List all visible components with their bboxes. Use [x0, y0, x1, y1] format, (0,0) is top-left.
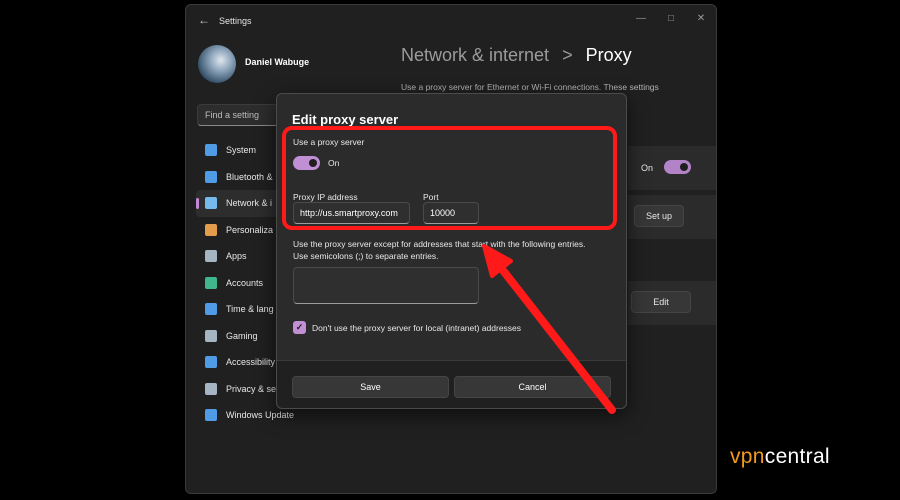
- logo-central: central: [764, 445, 830, 468]
- red-arrow-icon: [482, 244, 616, 414]
- vpncentral-logo: vpncentral: [730, 445, 830, 469]
- logo-vpn: vpn: [730, 445, 765, 468]
